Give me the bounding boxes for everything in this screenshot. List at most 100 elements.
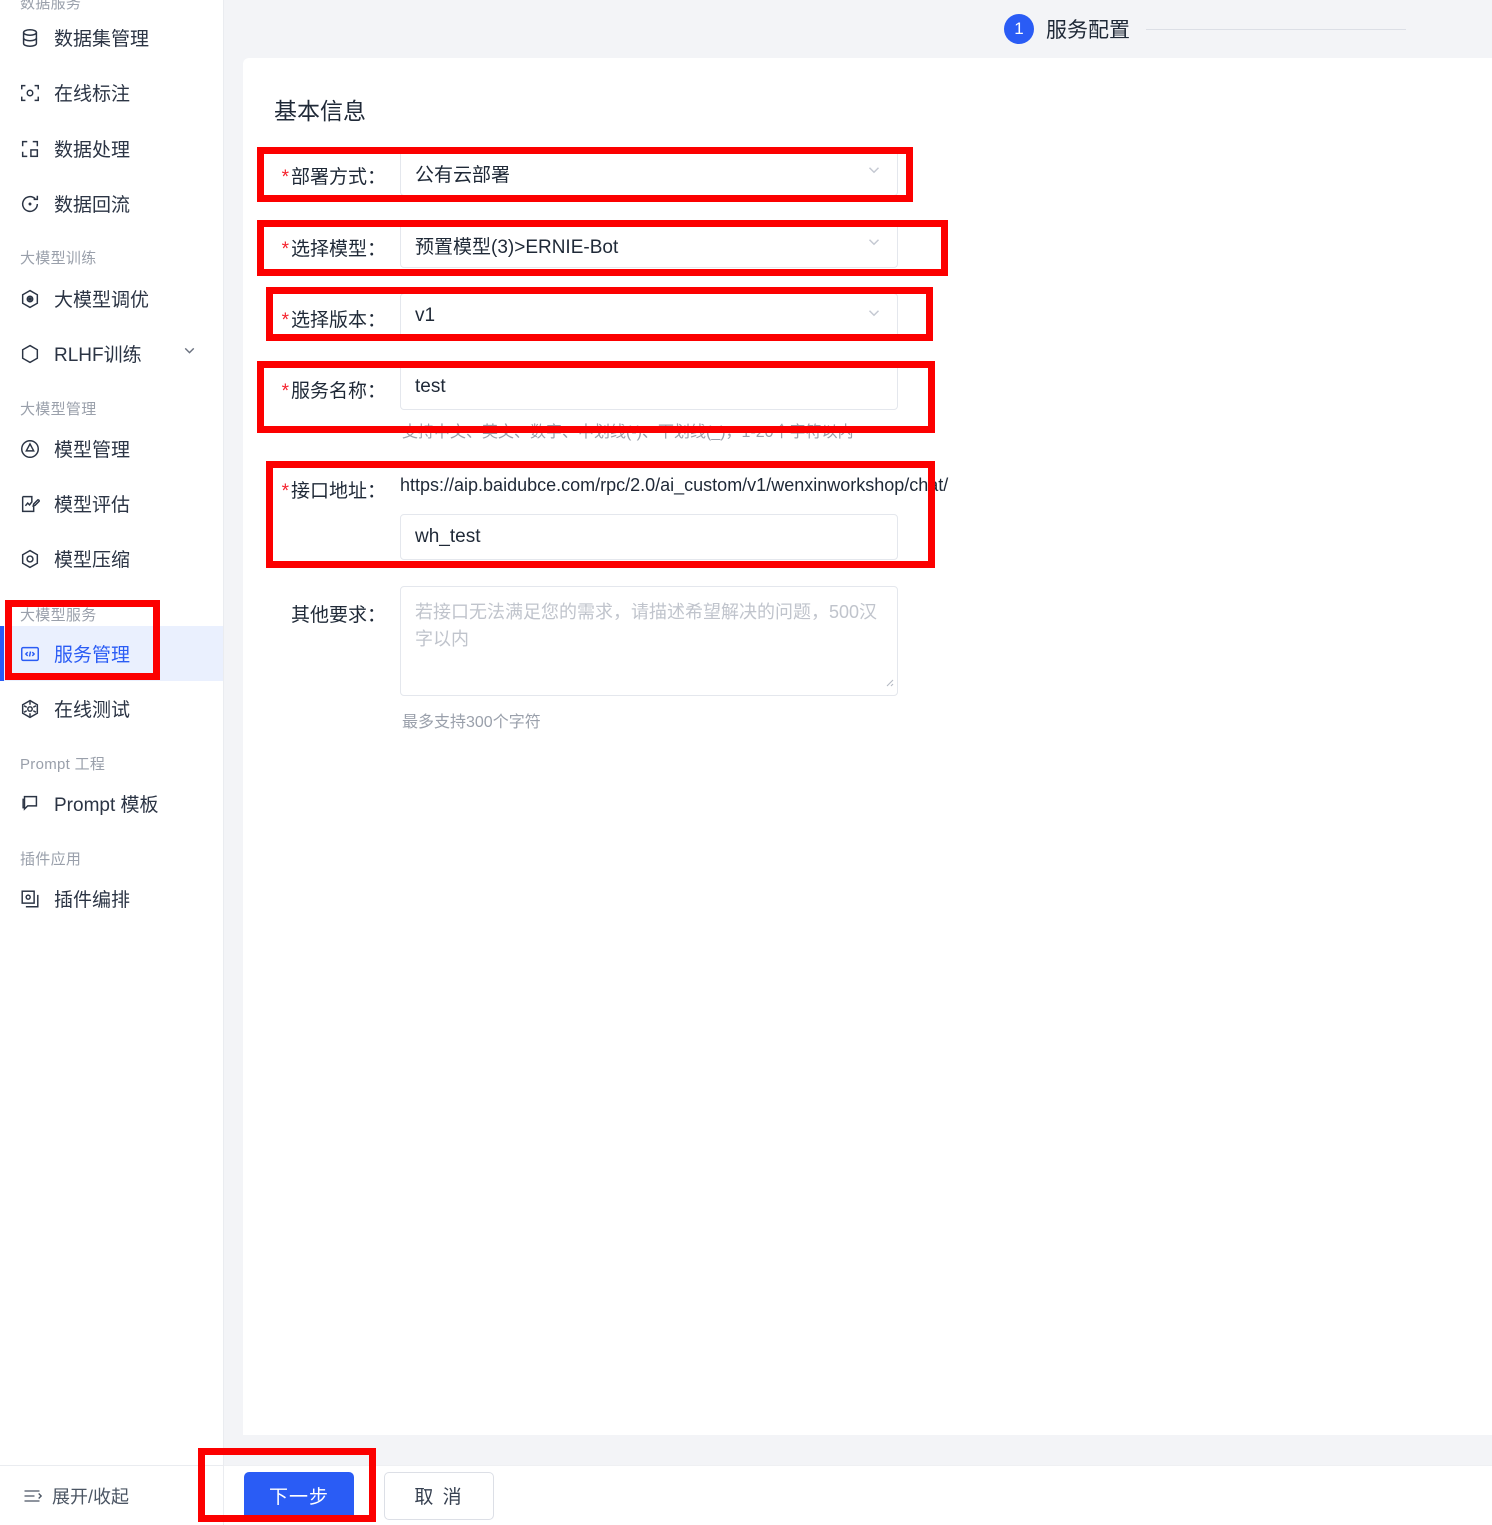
deploy-mode-label: * 部署方式：	[281, 167, 386, 188]
sidebar-item-online-test[interactable]: 在线测试	[0, 681, 130, 736]
required-marker: *	[281, 167, 289, 188]
sidebar-item-dataset-management[interactable]: 数据集管理	[0, 10, 149, 65]
step-connector-line	[1146, 28, 1406, 30]
other-requirements-control: 若接口无法满足您的需求，请描述希望解决的问题，500汉字以内 最多支持300个字…	[400, 586, 898, 732]
endpoint-suffix-value: wh_test	[415, 526, 481, 547]
form-action-bar: 下一步 取 消	[224, 1465, 1492, 1525]
chevron-down-icon[interactable]	[865, 304, 883, 328]
sidebar-item-label: 在线测试	[54, 700, 131, 721]
deploy-mode-control: 公有云部署	[400, 150, 898, 196]
step-number: 1	[1004, 14, 1034, 44]
endpoint-suffix-input[interactable]: wh_test	[400, 514, 898, 560]
next-step-button[interactable]: 下一步	[244, 1471, 354, 1520]
sidebar-item-data-processing[interactable]: 数据处理	[0, 121, 130, 176]
form-row-deploy-mode: * 部署方式： 公有云部署	[243, 150, 1492, 196]
deploy-mode-value: 公有云部署	[415, 164, 511, 186]
sidebar-item-online-annotation[interactable]: 在线标注	[0, 65, 130, 120]
sidebar-item-label: Prompt 模板	[54, 795, 159, 816]
sidebar-item-model-compression[interactable]: 模型压缩	[0, 531, 130, 586]
chevron-down-icon[interactable]	[181, 342, 198, 365]
reflow-icon	[18, 192, 42, 216]
sidebar-item-model-management[interactable]: 模型管理	[0, 421, 130, 476]
sidebar-item-label: 在线标注	[54, 84, 131, 105]
sidebar-group-prompt-engineering: Prompt 工程	[20, 756, 106, 773]
form-row-service-name: * 服务名称： test 支持中文、英文、数字、中划线(-)、下划线(_)，1-2…	[243, 364, 1492, 442]
version-value: v1	[415, 305, 436, 326]
other-requirements-textarea[interactable]: 若接口无法满足您的需求，请描述希望解决的问题，500汉字以内	[400, 586, 898, 696]
step-label: 服务配置	[1046, 19, 1130, 42]
page-title: 基本信息	[274, 98, 366, 124]
model-manage-icon	[18, 437, 42, 461]
chevron-down-icon[interactable]	[865, 161, 883, 185]
required-marker: *	[281, 381, 289, 402]
form-row-endpoint: * 接口地址： https://aip.baidubce.com/rpc/2.0/…	[243, 464, 1492, 560]
app-root: 数据服务 数据集管理 在线标注 数据处理 数据回流 大模型训练 大模型调优 RL…	[0, 0, 1492, 1525]
sidebar-group-llm-training: 大模型训练	[20, 250, 97, 267]
required-marker: *	[281, 310, 289, 331]
deploy-mode-select[interactable]: 公有云部署	[400, 150, 898, 196]
step-service-config: 1 服务配置	[1004, 14, 1406, 44]
endpoint-label: * 接口地址：	[281, 481, 386, 502]
service-name-input[interactable]: test	[400, 364, 898, 410]
collapse-icon	[22, 1486, 42, 1506]
sidebar-item-label: 数据处理	[54, 140, 131, 161]
sidebar-group-plugin-apps: 插件应用	[20, 851, 82, 868]
database-icon	[18, 26, 42, 50]
service-name-label: * 服务名称：	[281, 381, 386, 402]
service-name-control: test 支持中文、英文、数字、中划线(-)、下划线(_)，1-20个字符以内	[400, 364, 898, 442]
sidebar-item-llm-tuning[interactable]: 大模型调优	[0, 271, 149, 326]
form-row-other-requirements: 其他要求： 若接口无法满足您的需求，请描述希望解决的问题，500汉字以内 最多支…	[243, 586, 1492, 732]
annotate-icon	[18, 81, 42, 105]
version-control: v1	[400, 293, 898, 339]
sidebar-group-llm-service: 大模型服务	[20, 607, 97, 624]
chevron-down-icon[interactable]	[865, 233, 883, 257]
steps-bar: 1 服务配置	[224, 0, 1492, 58]
form-row-version: * 选择版本： v1	[243, 293, 1492, 339]
model-control: 预置模型(3)>ERNIE-Bot	[400, 222, 898, 268]
rlhf-icon	[18, 342, 42, 366]
resize-handle-icon[interactable]	[882, 672, 894, 693]
sidebar-collapse-label: 展开/收起	[52, 1486, 130, 1507]
sidebar-item-label: 大模型调优	[54, 290, 150, 311]
sidebar: 数据服务 数据集管理 在线标注 数据处理 数据回流 大模型训练 大模型调优 RL…	[0, 0, 224, 1465]
sidebar-item-rlhf-training[interactable]: RLHF训练	[0, 326, 223, 381]
prompt-template-icon	[18, 792, 42, 816]
model-select[interactable]: 预置模型(3)>ERNIE-Bot	[400, 222, 898, 268]
cancel-button[interactable]: 取 消	[384, 1471, 494, 1520]
sidebar-item-label: 数据回流	[54, 195, 131, 216]
sidebar-collapse-toggle[interactable]: 展开/收起	[0, 1465, 224, 1525]
sidebar-item-plugin-orchestration[interactable]: 插件编排	[0, 871, 130, 926]
required-marker: *	[281, 239, 289, 260]
sidebar-item-data-reflow[interactable]: 数据回流	[0, 176, 130, 231]
sidebar-item-label: 数据集管理	[54, 29, 150, 50]
model-eval-icon	[18, 492, 42, 516]
sidebar-item-label: 模型压缩	[54, 550, 131, 571]
process-icon	[18, 137, 42, 161]
model-compress-icon	[18, 547, 42, 571]
version-select[interactable]: v1	[400, 293, 898, 339]
sidebar-item-service-management[interactable]: 服务管理	[0, 626, 223, 681]
model-label: * 选择模型：	[281, 239, 386, 260]
sidebar-item-label: 插件编排	[54, 890, 131, 911]
sidebar-item-prompt-template[interactable]: Prompt 模板	[0, 776, 159, 831]
online-test-icon	[18, 697, 42, 721]
version-label: * 选择版本：	[281, 310, 386, 331]
service-manage-icon	[18, 642, 42, 666]
sidebar-item-label: RLHF训练	[54, 345, 142, 366]
service-config-form: *部署方式： 公有云部署 *选择模型： 预置模型(3)>ERNIE-Bot	[243, 150, 1492, 732]
endpoint-prefix: https://aip.baidubce.com/rpc/2.0/ai_cust…	[400, 475, 949, 495]
main-card: 基本信息 * 部署方式： 公有云部署 * 选择模型： 预置模型(3)>ERNIE…	[243, 58, 1492, 1435]
endpoint-control: https://aip.baidubce.com/rpc/2.0/ai_cust…	[400, 464, 948, 560]
form-row-model: * 选择模型： 预置模型(3)>ERNIE-Bot	[243, 222, 1492, 268]
plugin-orchestration-icon	[18, 887, 42, 911]
sidebar-item-model-evaluation[interactable]: 模型评估	[0, 476, 130, 531]
other-requirements-placeholder: 若接口无法满足您的需求，请描述希望解决的问题，500汉字以内	[415, 602, 878, 649]
sidebar-item-label: 服务管理	[54, 645, 131, 666]
sidebar-item-label: 模型评估	[54, 495, 131, 516]
required-marker: *	[281, 481, 289, 502]
model-value: 预置模型(3)>ERNIE-Bot	[415, 236, 619, 258]
sidebar-item-label: 模型管理	[54, 440, 131, 461]
sidebar-group-llm-management: 大模型管理	[20, 401, 97, 418]
other-requirements-hint: 最多支持300个字符	[402, 714, 541, 731]
tuning-icon	[18, 287, 42, 311]
